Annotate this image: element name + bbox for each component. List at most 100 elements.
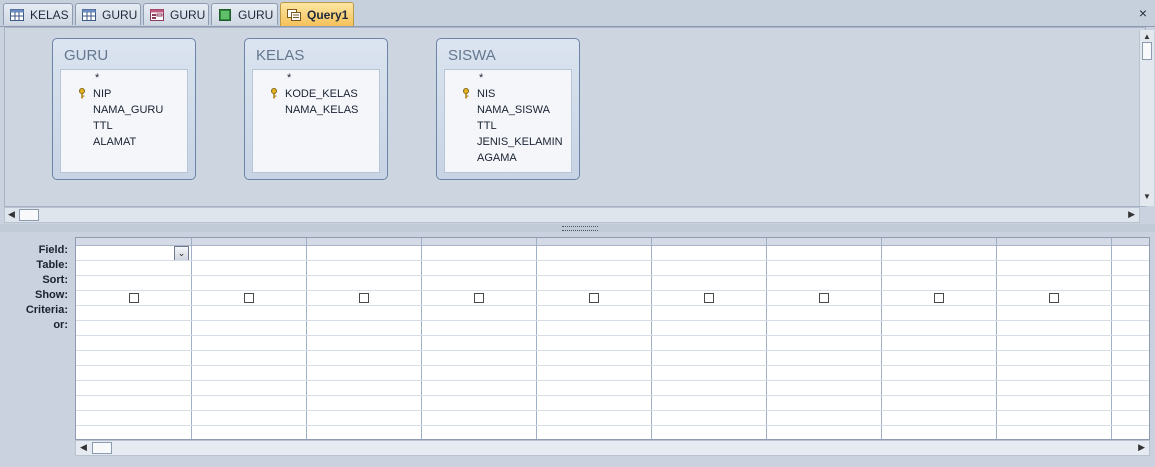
field-name: JENIS_KELAMIN	[477, 136, 563, 148]
field-name: TTL	[93, 120, 113, 132]
grid-row-label: Sort:	[42, 274, 68, 286]
grid-row-divider	[76, 395, 1149, 396]
tab-label: KELAS	[30, 7, 69, 22]
table-title: GURU	[64, 47, 109, 64]
tab-guru-1[interactable]: GURU	[75, 3, 141, 25]
grid-row-divider	[76, 320, 1149, 321]
tab-guru-3[interactable]: GURU	[211, 3, 278, 25]
vertical-scroll-thumb[interactable]	[1142, 42, 1152, 60]
query-icon	[287, 8, 301, 21]
show-checkbox[interactable]	[819, 293, 829, 303]
scroll-up-arrow-icon[interactable]: ▲	[1143, 32, 1151, 41]
field-item[interactable]: *	[253, 70, 381, 86]
grid-row-divider	[76, 365, 1149, 366]
splitter-grip[interactable]	[562, 226, 598, 231]
field-item[interactable]: ALAMAT	[61, 134, 189, 150]
tab-label: GURU	[102, 7, 138, 22]
tab-label: GURU	[238, 7, 274, 22]
field-item[interactable]: TTL	[61, 118, 189, 134]
show-checkbox[interactable]	[1049, 293, 1059, 303]
form-icon	[150, 8, 164, 21]
tab-query1-4[interactable]: Query1	[280, 2, 354, 26]
table-icon	[82, 8, 96, 21]
field-item[interactable]: NAMA_SISWA	[445, 102, 573, 118]
table-box-siswa[interactable]: SISWA * NIS NAMA_SISWA TTL JENIS_KELAMIN AGAMA	[436, 38, 580, 180]
field-dropdown-button[interactable]: ⌄	[174, 246, 189, 261]
pane-splitter[interactable]	[0, 224, 1155, 232]
grid-row-label: Field:	[38, 244, 68, 256]
show-checkbox[interactable]	[589, 293, 599, 303]
field-name: NAMA_GURU	[93, 104, 164, 116]
table-box-kelas[interactable]: KELAS * KODE_KELAS NAMA_KELAS	[244, 38, 388, 180]
field-item[interactable]: NAMA_KELAS	[253, 102, 381, 118]
grid-row-divider	[76, 290, 1149, 291]
close-document-button[interactable]: ×	[1139, 5, 1147, 21]
table-field-list[interactable]: * NIS NAMA_SISWA TTL JENIS_KELAMIN AGAMA	[444, 69, 572, 173]
grid-row-divider	[76, 425, 1149, 426]
field-name: *	[287, 72, 292, 84]
grid-row-label: Show:	[35, 289, 68, 301]
field-name: NIS	[477, 88, 496, 100]
field-name: AGAMA	[477, 152, 517, 164]
query-design-pane[interactable]: GURU * NIP NAMA_GURU TTL ALAMAT KELAS * KODE_KEL…	[4, 27, 1146, 207]
table-box-guru[interactable]: GURU * NIP NAMA_GURU TTL ALAMAT	[52, 38, 196, 180]
field-item[interactable]: *	[61, 70, 189, 86]
show-checkbox[interactable]	[474, 293, 484, 303]
grid-column-selectors[interactable]	[76, 238, 1149, 246]
query-design-grid[interactable]: ⌄	[75, 237, 1150, 440]
table-title: KELAS	[256, 47, 305, 64]
field-item[interactable]: NIS	[445, 86, 573, 102]
table-title: SISWA	[448, 47, 496, 64]
show-checkbox[interactable]	[359, 293, 369, 303]
field-name: TTL	[477, 120, 497, 132]
primary-key-icon	[462, 88, 470, 99]
grid-row-label: Table:	[36, 259, 68, 271]
tab-kelas-0[interactable]: KELAS	[3, 3, 73, 25]
field-item[interactable]: TTL	[445, 118, 573, 134]
primary-key-icon	[78, 88, 86, 99]
field-name: *	[479, 72, 484, 84]
design-vertical-scrollbar[interactable]: ▲ ▼	[1139, 30, 1154, 206]
table-icon	[10, 8, 24, 21]
tab-label: GURU	[170, 7, 206, 22]
field-name: *	[95, 72, 100, 84]
field-item[interactable]: JENIS_KELAMIN	[445, 134, 573, 150]
field-name: NAMA_SISWA	[477, 104, 550, 116]
show-checkbox[interactable]	[704, 293, 714, 303]
grid-row-divider	[76, 350, 1149, 351]
field-item[interactable]: *	[445, 70, 573, 86]
table-field-list[interactable]: * KODE_KELAS NAMA_KELAS	[252, 69, 380, 173]
grid-row-divider	[76, 380, 1149, 381]
grid-row-label: or:	[53, 319, 68, 331]
grid-row-label: Criteria:	[25, 304, 68, 316]
table-field-list[interactable]: * NIP NAMA_GURU TTL ALAMAT	[60, 69, 188, 173]
scroll-right-arrow-icon[interactable]: ▶	[1138, 442, 1145, 453]
grid-horizontal-scrollbar[interactable]: ◀ ▶	[75, 440, 1150, 456]
field-name: NIP	[93, 88, 112, 100]
scroll-right-arrow-icon[interactable]: ▶	[1128, 209, 1135, 220]
grid-row-divider	[76, 305, 1149, 306]
tab-guru-2[interactable]: GURU	[143, 3, 209, 25]
tab-label: Query1	[307, 7, 349, 22]
grid-row-divider	[76, 410, 1149, 411]
grid-row-divider	[76, 335, 1149, 336]
show-checkbox[interactable]	[934, 293, 944, 303]
grid-row-divider	[76, 275, 1149, 276]
field-item[interactable]: NAMA_GURU	[61, 102, 189, 118]
field-item[interactable]: NIP	[61, 86, 189, 102]
field-name: NAMA_KELAS	[285, 104, 359, 116]
scroll-down-arrow-icon[interactable]: ▼	[1143, 192, 1151, 201]
scroll-left-arrow-icon[interactable]: ◀	[8, 209, 15, 220]
primary-key-icon	[270, 88, 278, 99]
grid-row-divider	[76, 260, 1149, 261]
horizontal-scroll-thumb[interactable]	[19, 209, 39, 221]
field-item[interactable]: AGAMA	[445, 150, 573, 166]
field-name: ALAMAT	[93, 136, 137, 148]
show-checkbox[interactable]	[129, 293, 139, 303]
field-item[interactable]: KODE_KELAS	[253, 86, 381, 102]
grid-scroll-thumb[interactable]	[92, 442, 112, 454]
scroll-left-arrow-icon[interactable]: ◀	[80, 442, 87, 453]
design-horizontal-scrollbar[interactable]: ◀ ▶	[4, 207, 1140, 223]
report-icon	[218, 8, 232, 21]
show-checkbox[interactable]	[244, 293, 254, 303]
